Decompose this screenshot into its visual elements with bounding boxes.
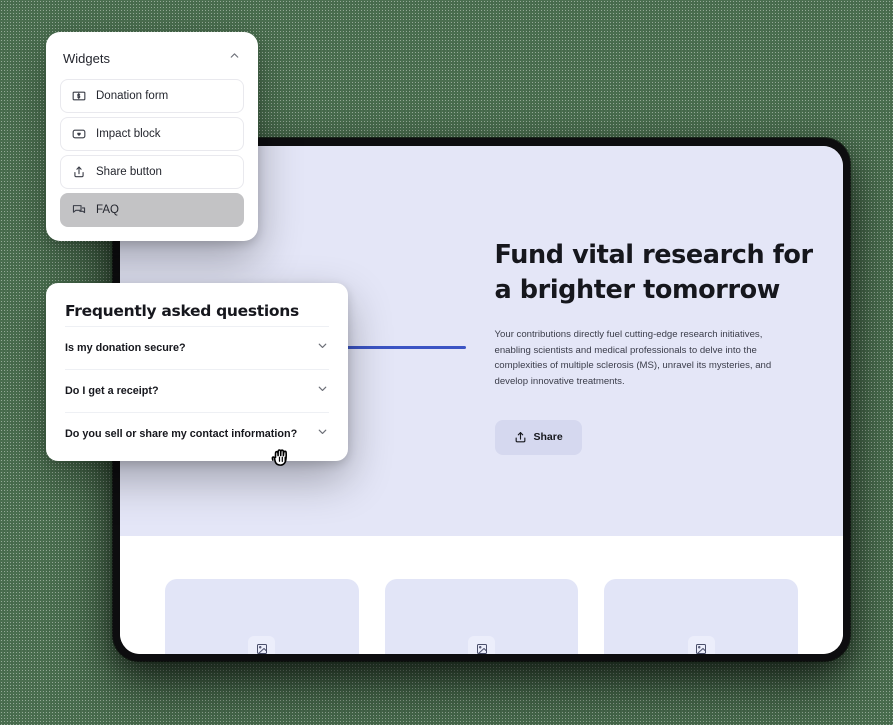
banknote-dollar-icon <box>72 89 86 103</box>
hero-title-line-1: Fund vital research for <box>494 240 814 270</box>
image-placeholder-icon <box>248 635 276 654</box>
hero-body-text: Your contributions directly fuel cutting… <box>494 329 772 387</box>
faq-question-text: Do I get a receipt? <box>65 385 159 397</box>
faq-question-text: Do you sell or share my contact informat… <box>65 428 298 440</box>
faq-question-text: Is my donation secure? <box>65 342 186 354</box>
faq-panel: Frequently asked questions Is my donatio… <box>46 283 348 461</box>
share-button[interactable]: Share <box>494 419 582 455</box>
impact-block-icon <box>72 127 86 141</box>
faq-question-row[interactable]: Do I get a receipt? <box>65 369 329 412</box>
image-placeholder-icon <box>687 635 715 654</box>
widget-item-label: Share button <box>96 166 162 178</box>
image-card[interactable] <box>604 579 799 654</box>
page-title: Fund vital research for a brighter tomor… <box>495 238 814 308</box>
chevron-down-icon[interactable] <box>316 339 329 357</box>
widget-item-label: Donation form <box>96 90 169 102</box>
faq-question-row[interactable]: Is my donation secure? <box>65 326 329 369</box>
widget-item-faq[interactable]: FAQ <box>60 193 244 227</box>
widget-item-share-button[interactable]: Share button <box>60 155 244 189</box>
faq-panel-title: Frequently asked questions <box>65 302 299 320</box>
widgets-panel: Widgets Donation form Impact block Share… <box>46 32 258 241</box>
hero-title-line-2: a brighter tomorrow <box>494 275 781 306</box>
share-button-label: Share <box>533 431 563 443</box>
widgets-panel-title: Widgets <box>63 50 110 66</box>
chevron-down-icon[interactable] <box>316 382 329 400</box>
widget-item-label: Impact block <box>96 128 161 140</box>
faq-question-row[interactable]: Do you sell or share my contact informat… <box>65 412 329 455</box>
image-placeholder-icon <box>468 635 495 654</box>
chat-bubbles-icon <box>72 203 86 217</box>
hero-right-column: Fund vital research for a brighter tomor… <box>482 146 844 536</box>
image-card[interactable] <box>384 579 579 654</box>
share-upload-icon <box>72 165 86 179</box>
image-card[interactable] <box>165 579 359 654</box>
share-upload-icon <box>514 431 527 444</box>
image-cards-strip <box>120 536 843 654</box>
chevron-up-icon[interactable] <box>228 49 241 67</box>
widget-item-donation-form[interactable]: Donation form <box>60 79 244 113</box>
chevron-down-icon[interactable] <box>316 425 329 443</box>
widgets-panel-header[interactable]: Widgets <box>60 46 244 79</box>
widget-item-label: FAQ <box>96 204 120 216</box>
screenshot-stage: Fund vital research for a brighter tomor… <box>0 0 893 725</box>
widget-item-impact-block[interactable]: Impact block <box>60 117 244 151</box>
